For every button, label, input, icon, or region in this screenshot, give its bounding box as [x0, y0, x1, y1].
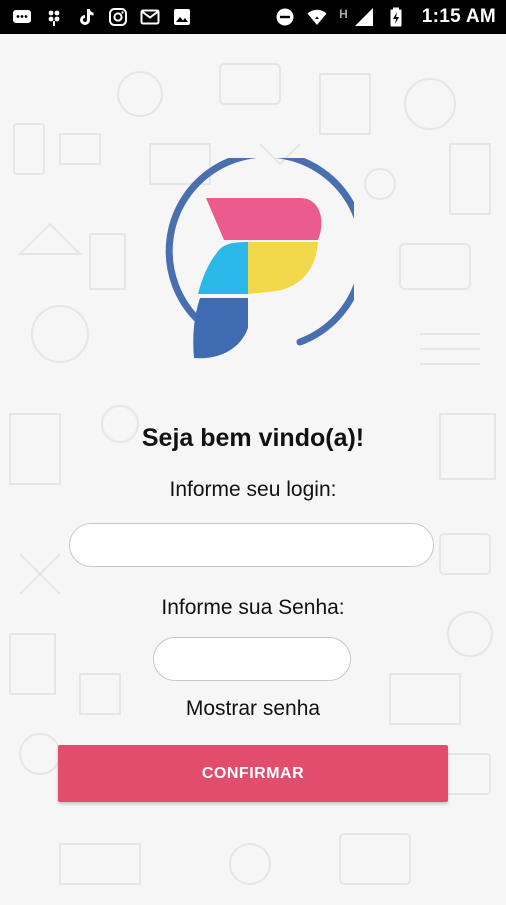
network-type-h-icon: H [339, 7, 348, 21]
battery-icon [386, 7, 406, 27]
password-label: Informe sua Senha: [161, 596, 345, 619]
instagram-icon [108, 7, 128, 27]
welcome-heading: Seja bem vindo(a)! [141, 424, 365, 452]
tiktok-icon [76, 7, 96, 27]
status-bar-notifications [12, 7, 192, 27]
show-password-toggle[interactable]: Mostrar senha [0, 697, 506, 721]
app-logo [150, 150, 367, 362]
status-time: 1:15 AM [421, 6, 496, 27]
image-icon [172, 7, 192, 27]
chat-icon [12, 7, 32, 27]
password-input[interactable] [153, 637, 351, 681]
confirm-button[interactable]: CONFIRMAR [58, 745, 448, 802]
gmail-icon [140, 7, 160, 27]
signal-icon [354, 7, 374, 27]
logo-p-icon [165, 150, 367, 359]
status-bar: H 1:15 AM [0, 0, 506, 34]
login-input[interactable] [69, 523, 434, 567]
apps-icon [44, 7, 64, 27]
status-bar-system: H 1:15 AM [275, 6, 496, 28]
login-label: Informe seu login: [169, 478, 337, 501]
do-not-disturb-icon [275, 7, 295, 27]
wifi-icon [307, 7, 327, 27]
